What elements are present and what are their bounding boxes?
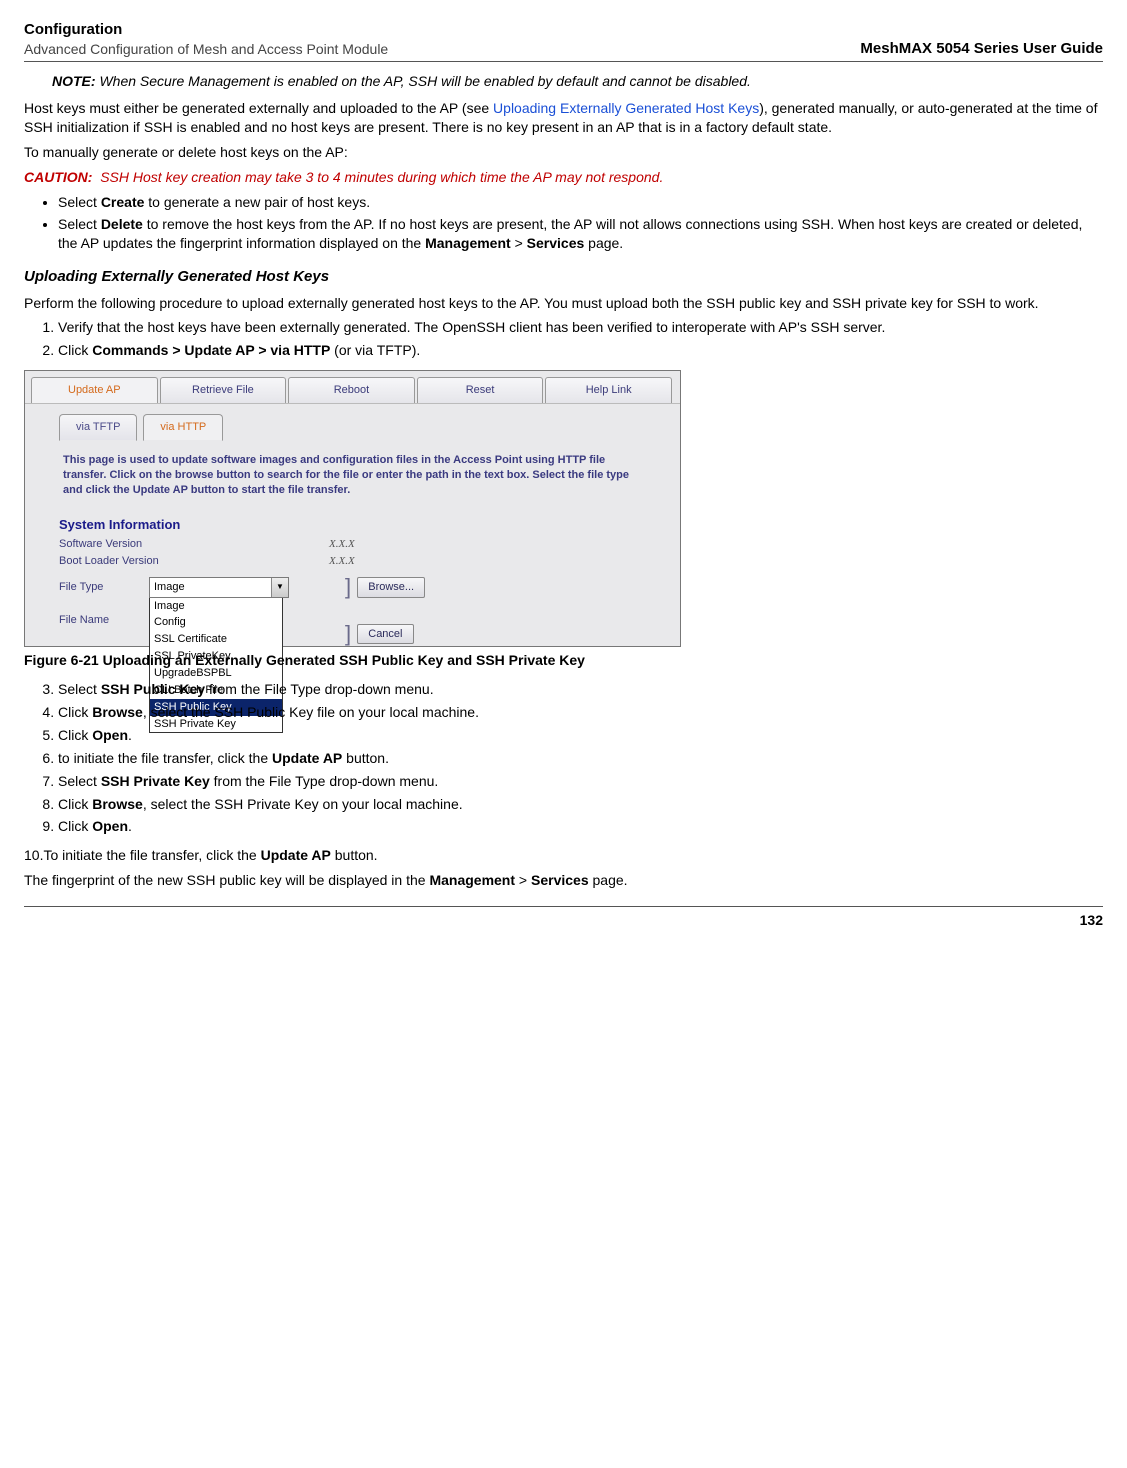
chevron-down-icon[interactable]: ▼ [271, 578, 288, 597]
step-2: Click Commands > Update AP > via HTTP (o… [58, 341, 1103, 360]
figure-screenshot: Update AP Retrieve File Reboot Reset Hel… [24, 370, 1103, 647]
caution-line: CAUTION: SSH Host key creation may take … [24, 168, 1103, 187]
file-type-select-value: Image [154, 581, 185, 593]
subtab-via-tftp[interactable]: via TFTP [59, 414, 137, 441]
note-prefix: NOTE: [52, 73, 96, 89]
bracket-icon: ] [345, 574, 351, 599]
header-guide-title: MeshMAX 5054 Series User Guide [860, 39, 1103, 59]
para-manual: To manually generate or delete host keys… [24, 143, 1103, 162]
sub-tab-bar: via TFTP via HTTP [59, 414, 668, 441]
link-uploading-keys[interactable]: Uploading Externally Generated Host Keys [493, 100, 759, 116]
tab-reboot[interactable]: Reboot [288, 377, 415, 403]
para-fingerprint: The fingerprint of the new SSH public ke… [24, 871, 1103, 890]
system-information-heading: System Information [59, 516, 668, 534]
header-subsection-title: Advanced Configuration of Mesh and Acces… [24, 40, 388, 59]
bracket-icon: ] [345, 621, 351, 646]
header-section-title: Configuration [24, 20, 388, 40]
step-6: to initiate the file transfer, click the… [58, 749, 1103, 768]
page-number: 132 [1080, 912, 1103, 928]
step-7: Select SSH Private Key from the File Typ… [58, 772, 1103, 791]
option-image[interactable]: Image [150, 598, 282, 615]
row-bootloader-version: Boot Loader Version X.X.X [59, 554, 668, 569]
step-9: Click Open. [58, 817, 1103, 836]
tab-help-link[interactable]: Help Link [545, 377, 672, 403]
top-tab-bar: Update AP Retrieve File Reboot Reset Hel… [25, 371, 680, 404]
option-ssl-certificate[interactable]: SSL Certificate [150, 631, 282, 648]
label-software-version: Software Version [59, 537, 209, 552]
step-4: Click Browse, select the SSH Public Key … [58, 703, 1103, 722]
value-bootloader-version: X.X.X [209, 554, 355, 569]
page-description: This page is used to update software ima… [59, 447, 668, 508]
row-software-version: Software Version X.X.X [59, 537, 668, 552]
label-bootloader-version: Boot Loader Version [59, 554, 209, 569]
bullet-create: Select Create to generate a new pair of … [58, 193, 1103, 212]
step-8: Click Browse, select the SSH Private Key… [58, 795, 1103, 814]
subtab-via-http[interactable]: via HTTP [143, 414, 223, 441]
page-footer: 132 [24, 906, 1103, 930]
step-3: Select SSH Public Key from the File Type… [58, 680, 1103, 699]
caution-body: SSH Host key creation may take 3 to 4 mi… [100, 169, 663, 185]
para-hostkeys-a: Host keys must either be generated exter… [24, 100, 493, 116]
step-10: 10.To initiate the file transfer, click … [24, 846, 1103, 865]
tab-reset[interactable]: Reset [417, 377, 544, 403]
file-type-select[interactable]: Image ▼ [149, 577, 289, 598]
header-left: Configuration Advanced Configuration of … [24, 20, 388, 59]
caution-prefix: CAUTION: [24, 169, 92, 185]
label-file-name: File Name [59, 589, 149, 628]
bullet-list: Select Create to generate a new pair of … [44, 193, 1103, 254]
step-1: Verify that the host keys have been exte… [58, 318, 1103, 337]
option-config[interactable]: Config [150, 614, 282, 631]
browse-button[interactable]: Browse... [357, 577, 425, 598]
tab-retrieve-file[interactable]: Retrieve File [160, 377, 287, 403]
note-body: When Secure Management is enabled on the… [99, 73, 750, 89]
steps-list-2: Select SSH Public Key from the File Type… [44, 680, 1103, 836]
update-ap-window: Update AP Retrieve File Reboot Reset Hel… [24, 370, 681, 647]
section-heading-upload: Uploading Externally Generated Host Keys [24, 267, 1103, 287]
cancel-button[interactable]: Cancel [357, 624, 413, 645]
value-software-version: X.X.X [209, 537, 355, 552]
tab-update-ap[interactable]: Update AP [31, 377, 158, 403]
figure-caption: Figure 6-21 Uploading an Externally Gene… [24, 651, 1103, 670]
page-header: Configuration Advanced Configuration of … [24, 20, 1103, 62]
para-hostkeys: Host keys must either be generated exter… [24, 99, 1103, 137]
para-perform: Perform the following procedure to uploa… [24, 294, 1103, 313]
bullet-delete: Select Delete to remove the host keys fr… [58, 215, 1103, 253]
steps-list-1: Verify that the host keys have been exte… [44, 318, 1103, 360]
note-line: NOTE: When Secure Management is enabled … [52, 72, 1103, 91]
